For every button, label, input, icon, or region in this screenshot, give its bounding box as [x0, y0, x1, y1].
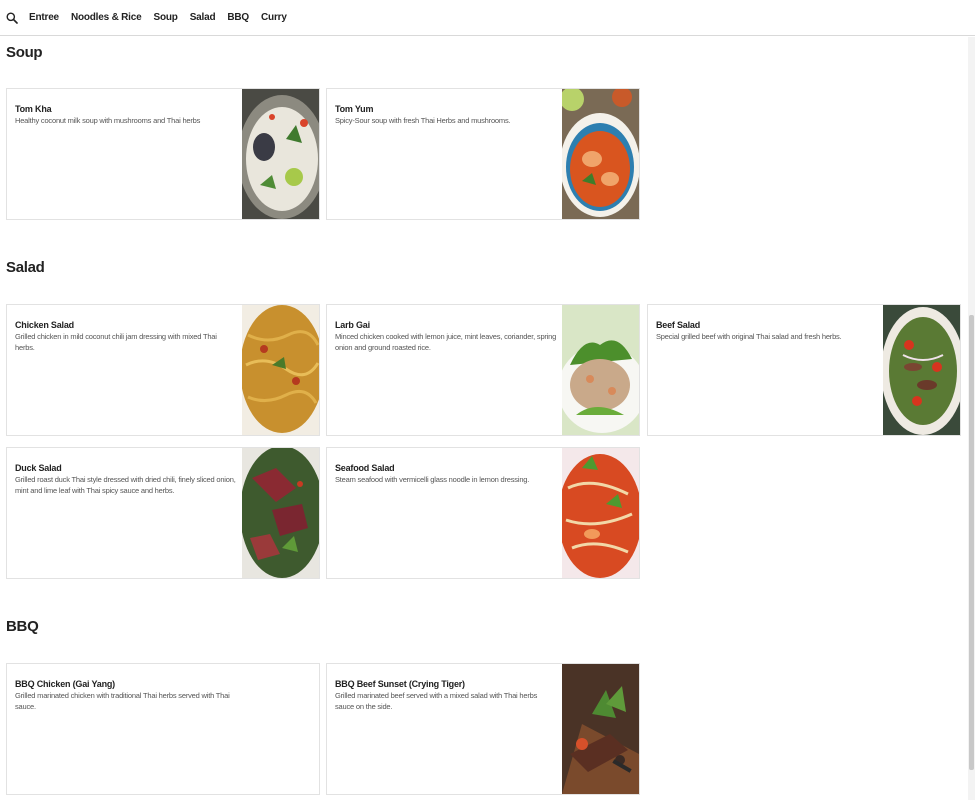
menu-item-description: Minced chicken cooked with lemon juice, …: [335, 332, 557, 352]
menu-item-description: Grilled roast duck Thai style dressed wi…: [15, 475, 236, 495]
scrollbar-thumb[interactable]: [969, 315, 974, 770]
menu-item-description: Steam seafood with vermicelli glass nood…: [335, 475, 530, 484]
menu-item-duck-salad[interactable]: Duck Salad Grilled roast duck Thai style…: [6, 447, 320, 579]
menu-item-chicken-salad[interactable]: Chicken Salad Grilled chicken in mild co…: [6, 304, 320, 436]
menu-item-name: BBQ Chicken (Gai Yang): [15, 679, 115, 689]
food-photo-tom-kha: [242, 89, 319, 219]
menu-item-bbq-beef-sunset[interactable]: BBQ Beef Sunset (Crying Tiger) Grilled m…: [326, 663, 640, 795]
menu-item-description: Grilled marinated chicken with tradition…: [15, 691, 230, 711]
food-photo-larb-gai: [562, 305, 639, 435]
menu-item-bbq-chicken[interactable]: BBQ Chicken (Gai Yang) Grilled marinated…: [6, 663, 320, 795]
menu-item-seafood-salad[interactable]: Seafood Salad Steam seafood with vermice…: [326, 447, 640, 579]
food-photo-crying-tiger: [562, 664, 639, 794]
nav-link-soup[interactable]: Soup: [154, 12, 178, 23]
menu-item-beef-salad[interactable]: Beef Salad Special grilled beef with ori…: [647, 304, 961, 436]
nav-link-salad[interactable]: Salad: [190, 12, 216, 23]
food-photo-duck-salad: [242, 448, 319, 578]
food-photo-tom-yum: [562, 89, 639, 219]
menu-item-name: Beef Salad: [656, 320, 701, 330]
food-photo-beef-salad: [883, 305, 960, 435]
nav-link-entree[interactable]: Entree: [29, 12, 59, 23]
menu-item-description: Spicy-Sour soup with fresh Thai Herbs an…: [335, 116, 511, 125]
food-photo-seafood-salad: [562, 448, 639, 578]
menu-item-name: BBQ Beef Sunset (Crying Tiger): [335, 679, 465, 689]
menu-item-description: Grilled marinated beef served with a mix…: [335, 691, 538, 711]
nav-link-bbq[interactable]: BBQ: [227, 12, 249, 23]
menu-item-name: Larb Gai: [335, 320, 370, 330]
menu-item-name: Tom Yum: [335, 104, 374, 114]
category-nav: Entree Noodles & Rice Soup Salad BBQ Cur…: [0, 0, 975, 36]
menu-item-name: Tom Kha: [15, 104, 52, 114]
menu-item-tom-yum[interactable]: Tom Yum Spicy-Sour soup with fresh Thai …: [326, 88, 640, 220]
food-photo-chicken-salad: [242, 305, 319, 435]
menu-item-name: Duck Salad: [15, 463, 62, 473]
search-icon[interactable]: [6, 11, 20, 25]
section-title-soup: Soup: [6, 44, 43, 61]
nav-link-curry[interactable]: Curry: [261, 12, 287, 23]
menu-item-tom-kha[interactable]: Tom Kha Healthy coconut milk soup with m…: [6, 88, 320, 220]
menu-item-name: Seafood Salad: [335, 463, 395, 473]
nav-link-noodles-rice[interactable]: Noodles & Rice: [71, 12, 142, 23]
section-title-bbq: BBQ: [6, 618, 39, 635]
menu-item-larb-gai[interactable]: Larb Gai Minced chicken cooked with lemo…: [326, 304, 640, 436]
section-title-salad: Salad: [6, 259, 45, 276]
menu-item-description: Grilled chicken in mild coconut chili ja…: [15, 332, 217, 352]
menu-item-description: Healthy coconut milk soup with mushrooms…: [15, 116, 201, 125]
page-scrollbar[interactable]: [968, 37, 975, 800]
menu-item-name: Chicken Salad: [15, 320, 74, 330]
menu-item-description: Special grilled beef with original Thai …: [656, 332, 842, 341]
